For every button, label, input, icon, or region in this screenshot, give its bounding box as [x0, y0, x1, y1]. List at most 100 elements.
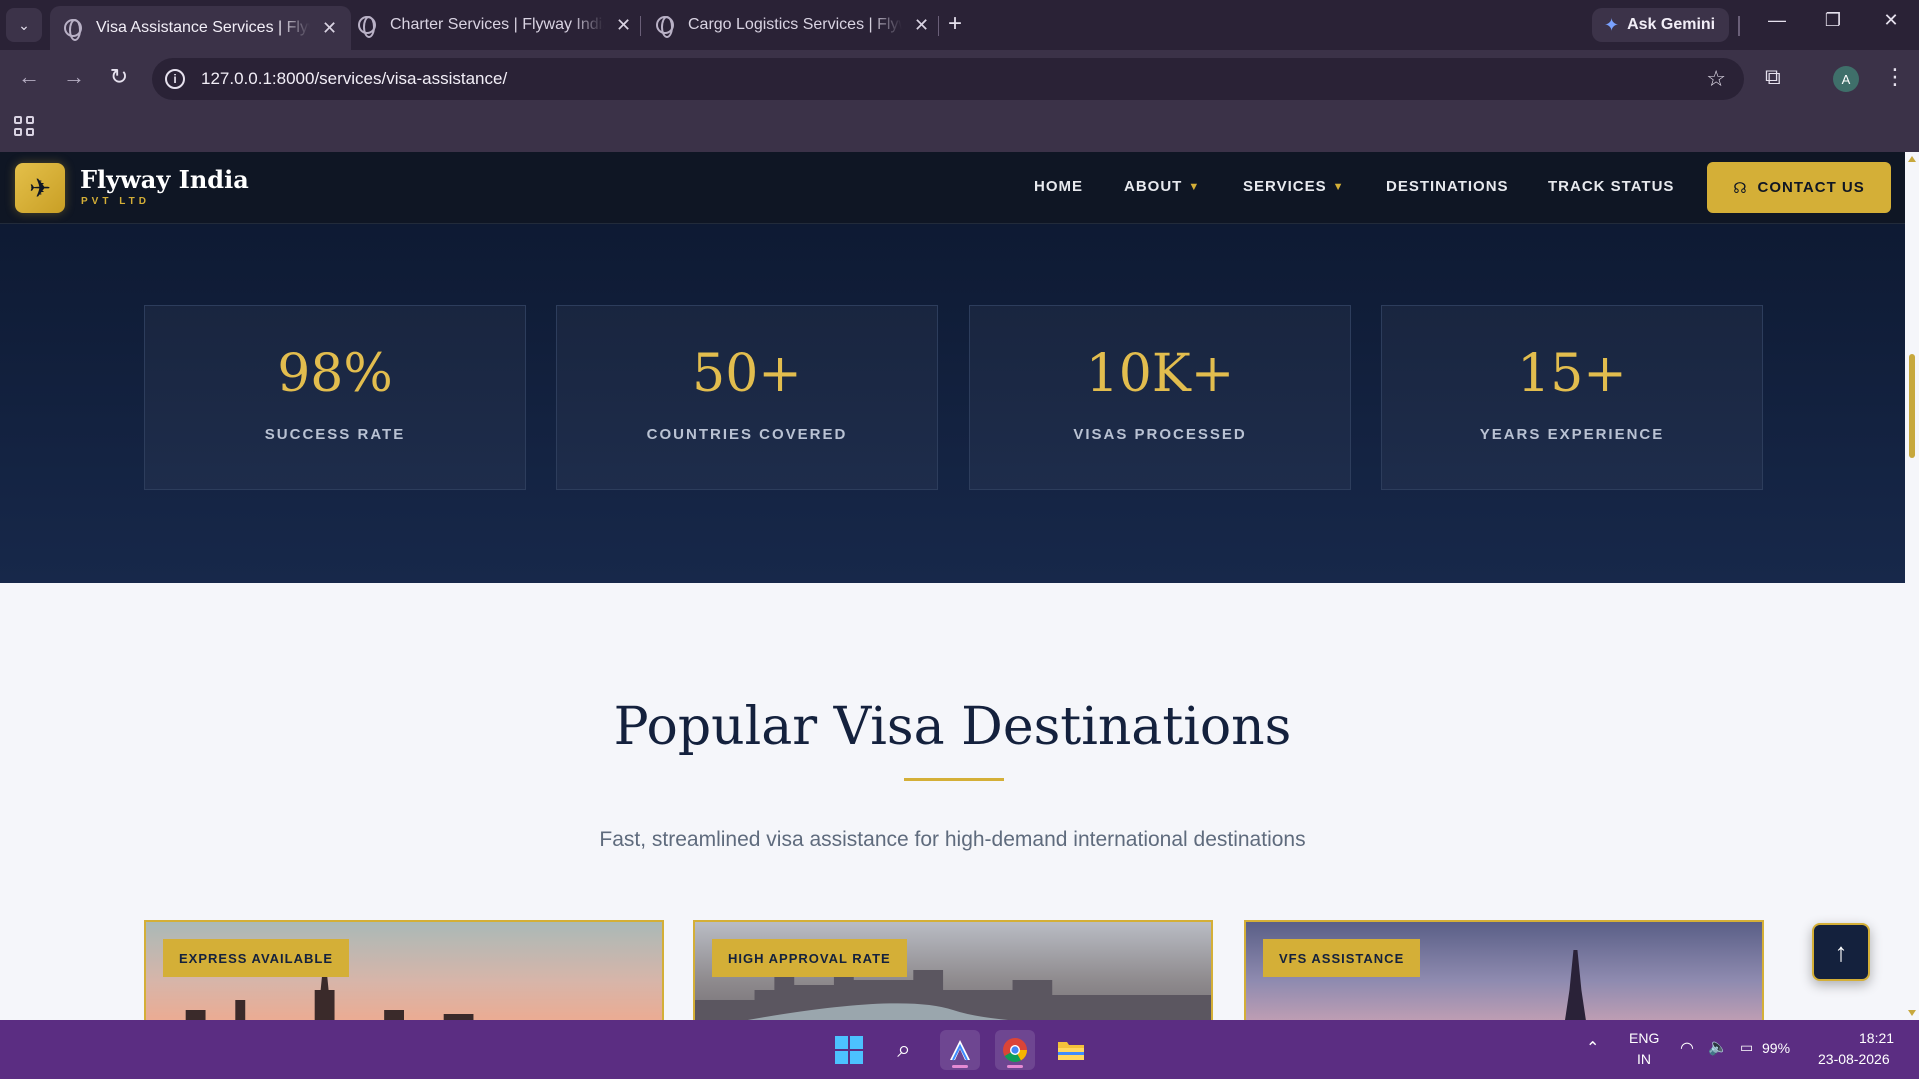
scroll-down-arrow-icon[interactable] — [1908, 1010, 1916, 1016]
extensions-puzzle-icon[interactable]: ⧉ — [1765, 64, 1781, 90]
tab-separator — [640, 16, 641, 36]
title-divider — [904, 778, 1004, 781]
forward-arrow-icon[interactable]: → — [59, 64, 89, 90]
gemini-spark-icon: ✦ — [1604, 14, 1620, 35]
search-icon[interactable]: ⌕ — [884, 1030, 924, 1070]
chrome-app-icon[interactable] — [995, 1030, 1035, 1070]
windows-start-icon[interactable] — [829, 1030, 869, 1070]
tab-separator — [938, 16, 939, 36]
reload-icon[interactable]: ↻ — [104, 64, 134, 90]
nav-track-status[interactable]: TRACK STATUS — [1548, 178, 1674, 195]
site-navbar: ✈ Flyway India PVT LTD HOME ABOUT ▼ SERV… — [0, 152, 1905, 224]
nav-about-label: ABOUT — [1124, 178, 1183, 195]
url-text[interactable]: 127.0.0.1:8000/services/visa-assistance/ — [201, 69, 507, 89]
nav-home[interactable]: HOME — [1034, 178, 1083, 195]
nav-track-status-label: TRACK STATUS — [1548, 178, 1675, 195]
section-subtitle: Fast, streamlined visa assistance for hi… — [599, 828, 1306, 851]
stat-value: 10K+ — [1085, 344, 1235, 404]
close-tab-icon[interactable]: ✕ — [616, 15, 631, 36]
bookmark-star-icon[interactable]: ☆ — [1706, 66, 1726, 92]
nav-services[interactable]: SERVICES ▼ — [1243, 178, 1344, 195]
destination-card-london[interactable]: HIGH APPROVAL RATE — [693, 920, 1213, 1020]
apps-grid-icon[interactable] — [14, 116, 34, 136]
destination-card-dubai[interactable]: EXPRESS AVAILABLE — [144, 920, 664, 1020]
restore-icon[interactable]: ❐ — [1818, 10, 1848, 31]
stat-value: 98% — [277, 344, 393, 404]
active-app-indicator — [1007, 1065, 1023, 1068]
stat-label: YEARS EXPERIENCE — [1479, 426, 1665, 443]
windows-taskbar: ⌕ ⌃ ENG IN ◠ 🔈 ▭ 99% 18:21 23-08-2026 — [0, 1020, 1919, 1079]
language-bottom[interactable]: IN — [1637, 1051, 1651, 1067]
tab-visa-assistance[interactable]: Visa Assistance Services | Flyway India … — [50, 6, 352, 50]
ask-gemini-button[interactable]: ✦ Ask Gemini — [1592, 8, 1730, 42]
show-hidden-icons-chevron-icon[interactable]: ⌃ — [1586, 1038, 1599, 1058]
browser-tab-bar: ⌄ Visa Assistance Services | Flyway Indi… — [0, 0, 1919, 50]
profile-avatar[interactable]: A — [1833, 66, 1859, 92]
language-top[interactable]: ENG — [1629, 1030, 1659, 1046]
site-info-icon[interactable]: i — [165, 69, 185, 89]
active-app-indicator — [952, 1065, 968, 1068]
scroll-up-arrow-icon[interactable] — [1908, 156, 1916, 162]
wifi-icon[interactable]: ◠ — [1680, 1038, 1694, 1058]
page-viewport: ✈ Flyway India PVT LTD HOME ABOUT ▼ SERV… — [0, 152, 1905, 1020]
code-editor-app-icon[interactable] — [940, 1030, 980, 1070]
globe-icon — [358, 16, 376, 38]
chevron-down-icon: ▼ — [1332, 180, 1345, 193]
stat-label: VISAS PROCESSED — [1073, 426, 1247, 443]
card-badge: EXPRESS AVAILABLE — [163, 939, 350, 977]
close-tab-icon[interactable]: ✕ — [914, 15, 929, 36]
nav-destinations-label: DESTINATIONS — [1386, 178, 1509, 195]
new-tab-icon[interactable]: + — [948, 10, 962, 38]
stat-card-countries: 50+ COUNTRIES COVERED — [556, 305, 938, 490]
tab-title: Charter Services | Flyway India Pvt Ltd — [390, 16, 604, 33]
address-bar[interactable]: i 127.0.0.1:8000/services/visa-assistanc… — [152, 58, 1744, 100]
battery-percent[interactable]: 99% — [1762, 1040, 1790, 1056]
destination-card-paris[interactable]: VFS ASSISTANCE — [1244, 920, 1764, 1020]
stat-label: SUCCESS RATE — [264, 426, 406, 443]
close-window-icon[interactable]: ✕ — [1876, 10, 1906, 31]
tab-cargo-logistics[interactable]: Cargo Logistics Services | Flyway India … — [642, 6, 943, 44]
stat-card-success-rate: 98% SUCCESS RATE — [144, 305, 526, 490]
volume-icon[interactable]: 🔈 — [1708, 1037, 1728, 1057]
bookmarks-bar — [0, 108, 1919, 152]
nav-destinations[interactable]: DESTINATIONS — [1386, 178, 1509, 195]
browser-toolbar: ← → ↻ i 127.0.0.1:8000/services/visa-ass… — [0, 50, 1919, 108]
brand-subtitle: PVT LTD — [81, 196, 150, 207]
tab-search-chevron-icon[interactable]: ⌄ — [6, 8, 42, 42]
toolbar-separator — [1738, 16, 1740, 36]
globe-icon — [656, 16, 674, 38]
brand-name[interactable]: Flyway India — [80, 165, 249, 194]
card-badge: HIGH APPROVAL RATE — [712, 939, 907, 977]
more-menu-icon[interactable]: ⋮ — [1884, 64, 1906, 90]
chevron-down-icon: ▼ — [1188, 180, 1201, 193]
headset-icon: ☊ — [1733, 179, 1748, 197]
globe-icon — [64, 19, 82, 41]
close-tab-icon[interactable]: ✕ — [322, 18, 337, 39]
arrow-up-icon: ↑ — [1834, 936, 1848, 967]
scrollbar-thumb[interactable] — [1909, 354, 1915, 458]
page-scrollbar[interactable] — [1905, 152, 1919, 1020]
tab-title: Cargo Logistics Services | Flyway India — [688, 16, 902, 33]
ask-gemini-label: Ask Gemini — [1627, 16, 1716, 33]
stat-label: COUNTRIES COVERED — [646, 426, 848, 443]
nav-about[interactable]: ABOUT ▼ — [1124, 178, 1200, 195]
tab-charter-services[interactable]: Charter Services | Flyway India Pvt Ltd … — [344, 6, 645, 44]
stat-card-visas-processed: 10K+ VISAS PROCESSED — [969, 305, 1351, 490]
plane-logo-icon[interactable]: ✈ — [15, 163, 65, 213]
contact-us-label: CONTACT US — [1757, 179, 1865, 196]
file-explorer-icon[interactable] — [1051, 1030, 1091, 1070]
clock-time[interactable]: 18:21 — [1859, 1030, 1894, 1046]
scroll-to-top-button[interactable]: ↑ — [1812, 923, 1870, 981]
minimize-icon[interactable]: — — [1762, 10, 1792, 31]
nav-services-label: SERVICES — [1243, 178, 1327, 195]
tab-title: Visa Assistance Services | Flyway India … — [96, 19, 310, 36]
stat-value: 15+ — [1517, 344, 1627, 404]
clock-date[interactable]: 23-08-2026 — [1818, 1051, 1890, 1067]
section-title: Popular Visa Destinations — [613, 697, 1292, 757]
back-arrow-icon[interactable]: ← — [14, 64, 44, 90]
contact-us-button[interactable]: ☊ CONTACT US — [1707, 162, 1891, 213]
stat-value: 50+ — [692, 344, 802, 404]
stat-card-years-experience: 15+ YEARS EXPERIENCE — [1381, 305, 1763, 490]
battery-icon[interactable]: ▭ — [1740, 1039, 1753, 1056]
card-badge: VFS ASSISTANCE — [1263, 939, 1421, 977]
